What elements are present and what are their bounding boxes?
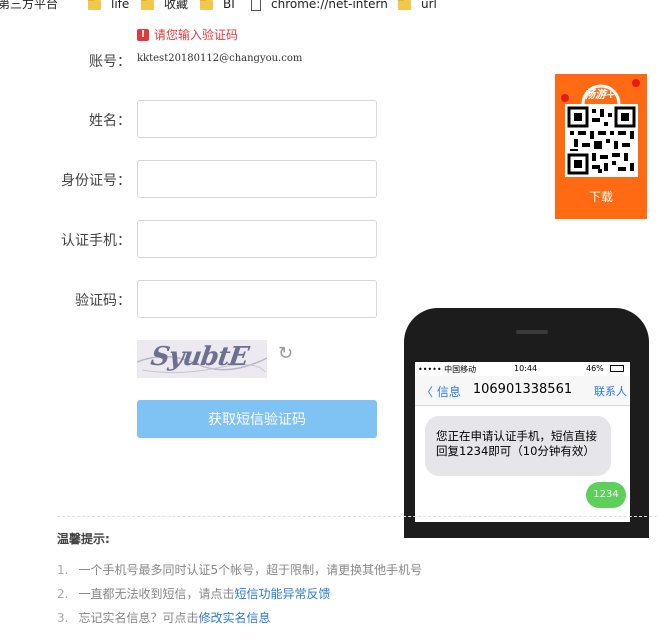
contact-link: 联系人 bbox=[594, 385, 627, 398]
error-message: ! 请您输入验证码 bbox=[137, 26, 238, 43]
tip-number: 2. bbox=[57, 587, 69, 601]
heart-icon bbox=[561, 94, 569, 102]
folder-icon bbox=[200, 0, 213, 10]
phone-status-bar: ••••• 中国移动 10:44 46% bbox=[415, 362, 630, 376]
bookmark-life[interactable]: life bbox=[88, 0, 129, 10]
phone-speaker bbox=[516, 330, 548, 334]
divider bbox=[57, 516, 657, 517]
id-number-input[interactable] bbox=[137, 160, 377, 198]
name-input[interactable] bbox=[137, 100, 377, 138]
battery-icon bbox=[610, 365, 624, 372]
tip-text: 一直都无法收到短信，请点击 bbox=[78, 587, 235, 601]
tip-text: 一个手机号最多同时认证5个帐号，超于限制，请更换其他手机号 bbox=[78, 563, 423, 577]
tip-item: 3. 忘记实名信息？可点击修改实名信息 bbox=[57, 609, 270, 626]
folder-icon bbox=[398, 0, 411, 10]
folder-icon bbox=[88, 0, 101, 10]
account-label: 账号： bbox=[89, 54, 131, 70]
phone-illustration: ••••• 中国移动 10:44 46% 〈 信息 106901338561 联… bbox=[404, 308, 649, 538]
captcha-text: SyubtE bbox=[148, 342, 250, 372]
bookmarks-bar: 第三方平台 life 收藏 BI chrome://net-intern url bbox=[0, 0, 661, 14]
tip-number: 1. bbox=[57, 563, 69, 577]
id-number-label: 身份证号： bbox=[61, 173, 131, 189]
code-input[interactable] bbox=[137, 280, 377, 318]
bookmark-label: url bbox=[421, 0, 437, 11]
folder-icon bbox=[141, 0, 154, 10]
download-label[interactable]: 下载 bbox=[555, 188, 647, 205]
sms-feedback-link[interactable]: 短信功能异常反馈 bbox=[234, 587, 330, 601]
logo-text: 畅游+ bbox=[584, 88, 616, 101]
qr-code-icon bbox=[565, 104, 638, 177]
name-label: 姓名： bbox=[89, 113, 131, 129]
bookmark-bi[interactable]: BI bbox=[200, 0, 235, 10]
bookmark-label: life bbox=[111, 0, 130, 11]
bookmark-url[interactable]: url bbox=[398, 0, 437, 10]
bookmark-favorites[interactable]: 收藏 bbox=[141, 0, 188, 10]
app-download-card[interactable]: 畅游+ 下载 bbox=[555, 74, 647, 219]
tip-number: 3. bbox=[57, 611, 69, 625]
get-sms-code-button[interactable]: 获取短信验证码 bbox=[137, 400, 377, 438]
error-text: 请您输入验证码 bbox=[154, 28, 239, 42]
edit-realname-link[interactable]: 修改实名信息 bbox=[198, 611, 270, 625]
tip-item: 1. 一个手机号最多同时认证5个帐号，超于限制，请更换其他手机号 bbox=[57, 561, 422, 578]
heart-icon bbox=[632, 79, 640, 87]
bookmark-label: BI bbox=[223, 0, 235, 11]
page-icon bbox=[251, 0, 261, 11]
error-icon: ! bbox=[137, 28, 149, 41]
time-text: 10:44 bbox=[514, 364, 538, 373]
tip-text: 忘记实名信息？可点击 bbox=[78, 611, 199, 625]
carrier-text: ••••• 中国移动 bbox=[418, 365, 477, 374]
bookmark-third-party[interactable]: 第三方平台 bbox=[0, 0, 58, 10]
account-value: kktest20180112@changyou.com bbox=[137, 53, 303, 64]
bookmark-label: 第三方平台 bbox=[0, 0, 59, 11]
phone-nav-bar: 〈 信息 106901338561 联系人 bbox=[415, 376, 630, 406]
bookmark-chrome-net-internals[interactable]: chrome://net-intern bbox=[251, 0, 388, 11]
bookmark-label: 收藏 bbox=[164, 0, 189, 11]
phone-label: 认证手机： bbox=[61, 233, 131, 249]
code-label: 验证码： bbox=[75, 293, 131, 309]
outgoing-message: 1234 bbox=[586, 482, 626, 508]
refresh-icon[interactable]: ↻ bbox=[278, 345, 293, 363]
incoming-message: 您正在申请认证手机，短信直接回复1234即可（10分钟有效） bbox=[425, 416, 611, 476]
phone-screen: ••••• 中国移动 10:44 46% 〈 信息 106901338561 联… bbox=[415, 362, 630, 522]
captcha-image[interactable]: SyubtE bbox=[137, 340, 267, 378]
phone-input[interactable] bbox=[137, 220, 377, 258]
tips-title: 温馨提示: bbox=[57, 532, 110, 546]
battery-text: 46% bbox=[586, 364, 604, 373]
bookmark-label: chrome://net-intern bbox=[271, 0, 388, 10]
tip-item: 2. 一直都无法收到短信，请点击短信功能异常反馈 bbox=[57, 585, 330, 602]
